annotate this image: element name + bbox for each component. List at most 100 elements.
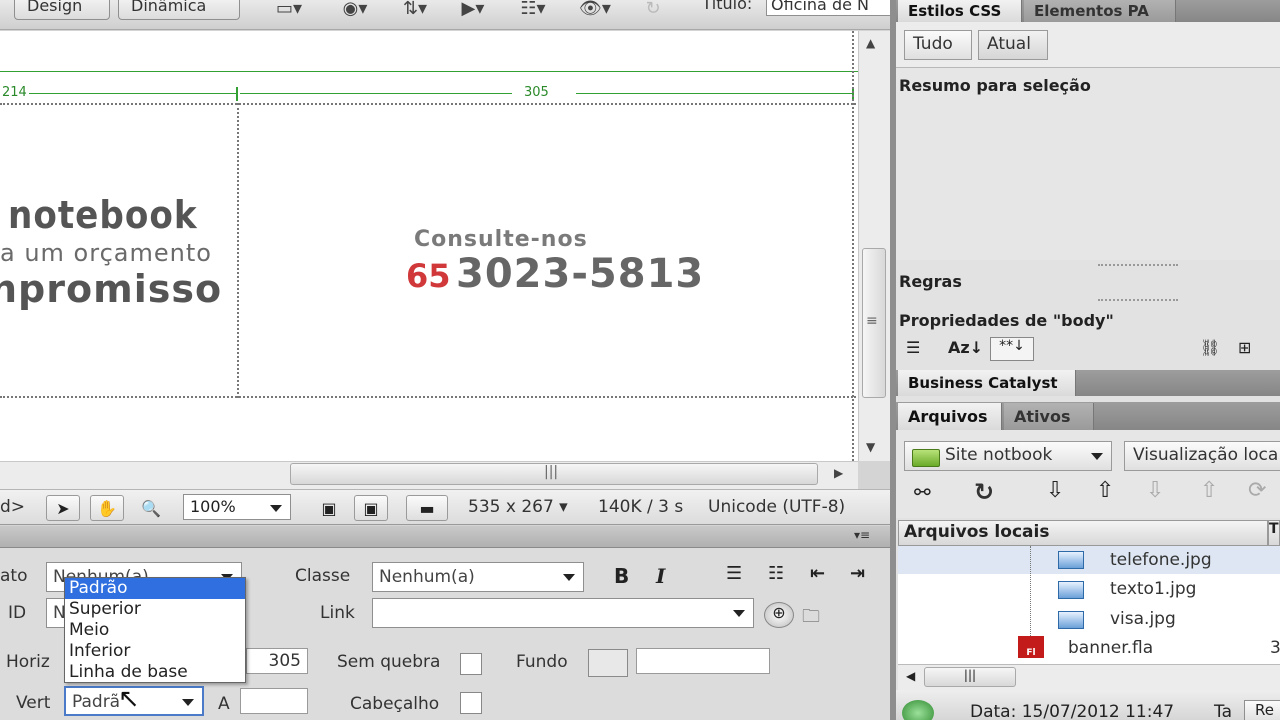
file-name[interactable]: banner.fla — [1068, 638, 1153, 658]
window-size[interactable]: 535 x 267 ▾ — [468, 497, 568, 517]
desktop-size-icon[interactable]: ▬ — [406, 495, 448, 521]
dropdown-option[interactable]: Inferior — [65, 641, 245, 662]
header-checkbox[interactable] — [460, 692, 482, 714]
pane-grip[interactable] — [1098, 299, 1178, 302]
width-ruler-left-line — [50, 93, 236, 94]
file-name[interactable]: telefone.jpg — [1110, 550, 1212, 570]
refresh-files-icon[interactable]: ↻ — [974, 478, 994, 506]
connect-icon[interactable]: ⚯ — [914, 480, 931, 504]
link-label: Link — [320, 603, 355, 623]
file-name[interactable]: texto1.jpg — [1110, 579, 1196, 599]
class-label: Classe — [295, 566, 351, 586]
check-compat-icon[interactable]: ☷▾ — [516, 0, 550, 20]
dropdown-option[interactable]: Linha de base — [65, 662, 245, 683]
tablet-size-icon[interactable]: ▣ — [354, 495, 388, 521]
tag-selector[interactable]: d> — [0, 497, 25, 517]
ruler-tick — [236, 87, 238, 101]
banner-line-2: a um orçamento — [0, 239, 212, 267]
outdent-icon[interactable]: ⇤ — [810, 563, 825, 584]
tab-assets[interactable]: Ativos — [1004, 403, 1094, 430]
nowrap-label: Sem quebra — [337, 652, 441, 672]
browser-preview-icon[interactable]: ◉▾ — [338, 0, 372, 20]
point-to-file-icon[interactable]: ⊕ — [764, 602, 794, 628]
mouse-cursor-icon: ↖ — [118, 684, 140, 714]
link-input[interactable] — [372, 598, 754, 628]
width-ruler-right-line — [576, 93, 852, 94]
nowrap-checkbox[interactable] — [460, 653, 482, 675]
width-input[interactable]: 305 — [246, 648, 308, 674]
document-title-input[interactable]: Oficina de N — [766, 0, 893, 16]
view-select[interactable]: Visualização loca — [1124, 441, 1280, 471]
banner-line-1: notebook — [8, 193, 198, 237]
tab-css-styles[interactable]: Estilos CSS — [898, 0, 1022, 22]
dropdown-option[interactable]: Meio — [65, 620, 245, 641]
hand-tool-icon[interactable]: ✋ — [90, 495, 124, 521]
get-files-icon[interactable]: ⇩ — [1046, 478, 1064, 503]
phone-area-code: 65 — [406, 257, 451, 295]
italic-icon[interactable]: I — [656, 564, 665, 588]
class-select[interactable]: Nenhum(a) — [372, 562, 584, 592]
multiscreen-icon[interactable]: ▭▾ — [272, 0, 306, 20]
scroll-up-arrow-icon[interactable]: ▲ — [866, 36, 875, 50]
check-in-icon[interactable]: ⇧ — [1200, 478, 1218, 503]
pane-grip[interactable] — [1098, 264, 1178, 267]
design-canvas[interactable]: 214 305 notebook a um orçamento npromiss… — [0, 31, 858, 461]
dropdown-option[interactable]: Padrão — [65, 578, 245, 599]
scroll-down-arrow-icon[interactable]: ▼ — [866, 440, 875, 454]
sync-icon[interactable]: ⟳ — [1248, 478, 1266, 503]
header-label: Cabeçalho — [350, 694, 440, 714]
properties-panel-header[interactable] — [0, 526, 893, 548]
tab-ap-elements[interactable]: Elementos PA — [1024, 0, 1176, 22]
vert-label: Vert — [16, 693, 51, 713]
zoom-select[interactable]: 100% — [183, 494, 291, 520]
check-out-icon[interactable]: ⇩ — [1146, 478, 1164, 503]
height-label: A — [218, 694, 230, 714]
log-button[interactable]: Re — [1244, 700, 1280, 720]
local-files-label: Arquivos locais — [904, 522, 1050, 542]
width-ruler-right-line — [240, 93, 512, 94]
mobile-size-icon[interactable]: ▣ — [312, 495, 346, 521]
visual-aids-icon[interactable]: 👁▾ — [578, 0, 612, 20]
new-rule-icon[interactable]: ⊞ — [1238, 338, 1251, 357]
dropdown-option[interactable]: Superior — [65, 599, 245, 620]
scroll-left-arrow-icon[interactable]: ◀ — [906, 669, 915, 683]
category-view-icon[interactable]: ☰ — [906, 338, 920, 357]
refresh-icon[interactable]: ↻ — [636, 0, 670, 20]
dynamic-view-button[interactable]: Dinâmica — [118, 0, 240, 20]
panel-menu-icon[interactable]: ▾≡ — [854, 528, 870, 542]
height-input[interactable] — [240, 688, 308, 714]
tree-line — [1030, 546, 1031, 640]
unordered-list-icon[interactable]: ☰ — [726, 563, 742, 584]
summary-pane — [896, 68, 1280, 260]
consult-label: Consulte-nos — [414, 227, 588, 252]
w3c-validation-icon[interactable]: ▶▾ — [456, 0, 490, 20]
background-color-picker[interactable] — [588, 649, 628, 677]
scroll-right-arrow-icon[interactable]: ▶ — [834, 466, 843, 480]
ordered-list-icon[interactable]: ☷ — [768, 563, 784, 584]
download-size: 140K / 3 s — [598, 497, 684, 517]
properties-title: Propriedades de "body" — [899, 311, 1114, 330]
file-management-icon[interactable]: ⇅▾ — [398, 0, 432, 20]
zoom-tool-icon[interactable]: 🔍 — [134, 495, 168, 521]
alpha-view-icon[interactable]: Az↓ — [948, 338, 983, 357]
design-view-button[interactable]: Design — [14, 0, 110, 20]
log-globe-icon[interactable] — [902, 700, 934, 720]
mode-current-button[interactable]: Atual — [978, 30, 1048, 60]
browse-folder-icon[interactable]: 🗀 — [802, 604, 820, 634]
attach-stylesheet-icon[interactable]: ⛓ — [1200, 338, 1220, 357]
column-header-edge[interactable]: T — [1268, 520, 1280, 546]
tab-files[interactable]: Arquivos — [898, 403, 1002, 430]
vert-dropdown-list[interactable]: Padrão Superior Meio Inferior Linha de b… — [64, 577, 246, 683]
bold-icon[interactable]: B — [614, 564, 629, 588]
background-color-input[interactable] — [636, 648, 770, 674]
put-files-icon[interactable]: ⇧ — [1096, 478, 1114, 503]
indent-icon[interactable]: ⇥ — [850, 563, 865, 584]
file-name[interactable]: visa.jpg — [1110, 609, 1176, 629]
flash-file-icon: Fl — [1018, 636, 1044, 658]
mode-all-button[interactable]: Tudo — [904, 30, 972, 60]
file-row-highlight — [898, 546, 1280, 574]
tab-business-catalyst[interactable]: Business Catalyst — [898, 370, 1076, 396]
file-list-scroll-thumb[interactable]: ||| — [924, 667, 1016, 687]
select-tool-icon[interactable]: ➤ — [46, 495, 80, 521]
set-properties-view-icon[interactable]: **↓ — [990, 337, 1034, 361]
